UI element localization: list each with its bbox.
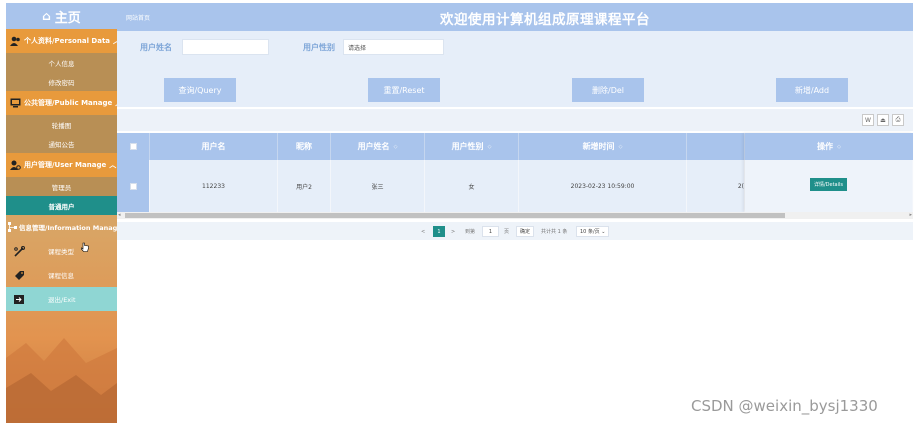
word-export-icon[interactable]: W — [862, 114, 874, 126]
sidebar-group-info[interactable]: 信息管理/Information Manage — [6, 215, 117, 239]
table-toolbar: W ⏏ ⎙ — [117, 109, 913, 131]
sidebar-submenu-users: 管理员 普通用户 — [6, 177, 117, 215]
column-header-sortable[interactable]: 用户姓名 ◇ — [331, 133, 425, 160]
pagination: < 1 > 到第 1 页 确定 共计共 1 条 10 条/页 ⌄ — [117, 222, 913, 240]
mountain-decoration — [6, 338, 117, 423]
column-header[interactable]: 用户名 — [150, 133, 278, 160]
sidebar-group-personal[interactable]: 个人资料/Personal Data ︿ — [6, 29, 117, 53]
sidebar-home[interactable]: ⌂ 主页 — [6, 3, 117, 29]
export-icon[interactable]: ⏏ — [877, 114, 889, 126]
delete-button[interactable]: 删除/Del — [572, 78, 644, 102]
cell-realname: 张三 — [331, 160, 425, 212]
reset-button[interactable]: 重置/Reset — [368, 78, 440, 102]
goto-confirm-button[interactable]: 确定 — [516, 226, 535, 237]
sidebar-item-label: 课程类型 — [48, 248, 74, 256]
scroll-left-icon[interactable]: ◂ — [118, 212, 121, 218]
column-header — [687, 133, 745, 160]
user-manage-icon — [10, 159, 21, 171]
sidebar-item-normal-user[interactable]: 普通用户 — [6, 196, 117, 215]
row-select-cell — [117, 160, 150, 212]
cell-created: 2023-02-23 10:59:00 — [519, 160, 687, 212]
username-input[interactable] — [182, 39, 269, 55]
mouse-cursor-icon — [81, 242, 89, 252]
horizontal-scrollbar[interactable]: ◂ ▸ — [117, 212, 913, 219]
select-all-cell — [117, 133, 150, 160]
username-label: 用户姓名 — [140, 43, 172, 52]
sidebar-item-carousel[interactable]: 轮播图 — [6, 115, 117, 134]
sidebar: ⌂ 主页 个人资料/Personal Data ︿ 个人信息 修改密码 公共管理… — [6, 3, 117, 423]
sort-icon: ◇ — [487, 143, 492, 150]
column-header-label: 用户性别 — [451, 142, 484, 151]
total-count: 共计共 1 条 — [541, 229, 568, 235]
user-group-icon — [10, 35, 21, 47]
sidebar-item-label: 课程信息 — [48, 272, 74, 280]
sidebar-group-label: 信息管理/Information Manage — [19, 224, 117, 232]
sidebar-item-admin[interactable]: 管理员 — [6, 177, 117, 196]
top-header: 网站首页 欢迎使用计算机组成原理课程平台 — [117, 3, 913, 31]
sitemap-icon — [8, 222, 17, 232]
query-button[interactable]: 查询/Query — [164, 78, 236, 102]
gender-select[interactable]: 请选择 — [343, 39, 444, 55]
wand-icon — [12, 245, 26, 257]
sidebar-group-label: 用户管理/User Manage — [24, 161, 107, 169]
search-panel: 用户姓名 用户性别 请选择 查询/Query 重置/Reset 删除/Del 新… — [117, 31, 913, 107]
cell-gender: 女 — [425, 160, 519, 212]
scrollbar-thumb[interactable] — [125, 213, 785, 218]
sidebar-group-public[interactable]: 公共管理/Public Manage ︿ — [6, 91, 117, 115]
sidebar-item-change-password[interactable]: 修改密码 — [6, 72, 117, 91]
sidebar-item-notice[interactable]: 通知公告 — [6, 134, 117, 153]
sidebar-submenu-personal: 个人信息 修改密码 — [6, 53, 117, 91]
page-unit-label: 页 — [504, 229, 510, 235]
sidebar-group-users[interactable]: 用户管理/User Manage ︿ — [6, 153, 117, 177]
prev-page-button[interactable]: < — [421, 226, 425, 237]
sort-icon: ◇ — [393, 143, 398, 150]
sidebar-item-personal-info[interactable]: 个人信息 — [6, 53, 117, 72]
sidebar-submenu-public: 轮播图 通知公告 — [6, 115, 117, 153]
cell-username: 112233 — [150, 160, 278, 212]
column-header[interactable]: 昵称 — [278, 133, 331, 160]
sidebar-home-label: 主页 — [54, 10, 81, 26]
app-root: ⌂ 主页 个人资料/Personal Data ︿ 个人信息 修改密码 公共管理… — [0, 0, 924, 426]
scroll-right-icon[interactable]: ▸ — [909, 212, 912, 218]
page-size-value: 10 条/页 — [580, 229, 600, 235]
next-page-button[interactable]: > — [451, 226, 455, 237]
sidebar-item-course-info[interactable]: 课程信息 — [6, 263, 117, 287]
column-header-label: 用户姓名 — [357, 142, 390, 151]
watermark: CSDN @weixin_bysj1330 — [691, 397, 878, 415]
sidebar-item-course-type[interactable]: 课程类型 — [6, 239, 117, 263]
goto-page-input[interactable]: 1 — [482, 226, 499, 237]
print-icon[interactable]: ⎙ — [892, 114, 904, 126]
monitor-icon — [10, 97, 21, 109]
row-checkbox[interactable] — [129, 182, 137, 190]
chevron-down-icon: ⌄ — [601, 228, 606, 235]
chevron-up-icon: ︿ — [109, 161, 117, 169]
sidebar-group-label: 个人资料/Personal Data — [24, 37, 111, 45]
cell-truncated: 2( — [687, 160, 745, 212]
home-icon: ⌂ — [42, 9, 51, 23]
gender-label: 用户性别 — [303, 43, 335, 52]
page-size-select[interactable]: 10 条/页 ⌄ — [576, 226, 610, 237]
tag-icon — [12, 270, 26, 281]
select-all-checkbox[interactable] — [129, 143, 137, 150]
page-title: 欢迎使用计算机组成原理课程平台 — [440, 12, 650, 28]
current-page[interactable]: 1 — [433, 226, 445, 237]
add-button[interactable]: 新增/Add — [776, 78, 848, 102]
sidebar-group-label: 公共管理/Public Manage — [24, 99, 113, 107]
column-header-sortable[interactable]: 用户性别 ◇ — [425, 133, 519, 160]
goto-label: 到第 — [465, 229, 476, 235]
column-header-sortable[interactable]: 新增时间 ◇ — [519, 133, 687, 160]
fixed-action-column-shadow — [745, 133, 913, 212]
sort-icon: ◇ — [618, 143, 623, 150]
cell-nickname: 用户2 — [278, 160, 331, 212]
column-header-label: 新增时间 — [582, 142, 615, 151]
